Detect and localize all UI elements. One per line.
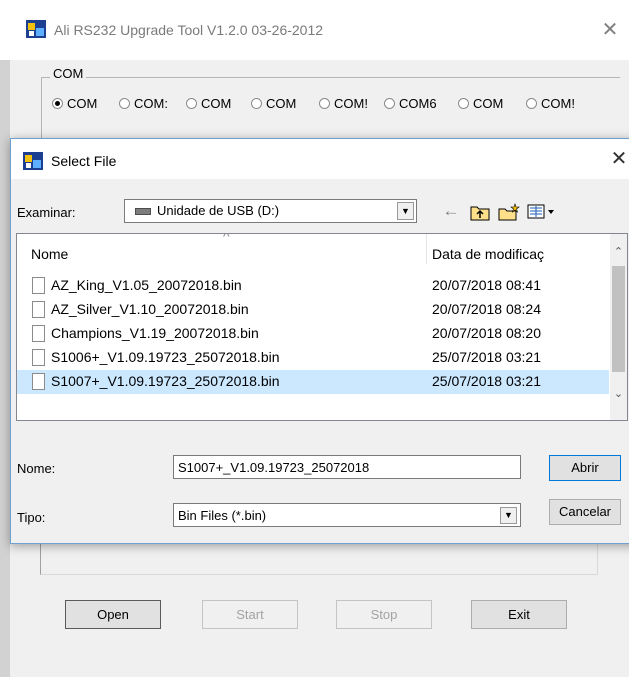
app-icon bbox=[23, 152, 43, 170]
chevron-down-icon[interactable]: ▼ bbox=[397, 202, 414, 220]
dialog-title: Select File bbox=[51, 153, 117, 169]
dialog-close-icon[interactable]: ✕ bbox=[607, 147, 629, 171]
filename-label: Nome: bbox=[17, 461, 56, 476]
com-radio-label: COM! bbox=[541, 96, 575, 111]
select-file-dialog: Select File ✕ Examinar: Unidade de USB (… bbox=[10, 138, 629, 544]
vertical-scrollbar[interactable]: ⌃ ⌄ bbox=[610, 234, 627, 420]
column-divider[interactable] bbox=[426, 234, 427, 264]
filetype-value: Bin Files (*.bin) bbox=[178, 508, 267, 523]
column-header-date[interactable]: Data de modificaç bbox=[432, 246, 544, 262]
exit-button[interactable]: Exit bbox=[471, 600, 567, 629]
radio-icon bbox=[119, 98, 130, 109]
back-arrow-icon[interactable]: ← bbox=[441, 199, 461, 223]
file-name: AZ_Silver_V1.10_20072018.bin bbox=[51, 301, 249, 317]
new-folder-icon[interactable] bbox=[497, 199, 521, 223]
start-button[interactable]: Start bbox=[202, 600, 298, 629]
com-radio-7[interactable]: COM bbox=[458, 96, 503, 114]
column-header-name[interactable]: Nome bbox=[31, 246, 68, 262]
vertical-scroll-thumb[interactable] bbox=[612, 266, 625, 372]
radio-icon bbox=[526, 98, 537, 109]
radio-selected-icon bbox=[52, 98, 63, 109]
usb-drive-icon bbox=[135, 208, 151, 215]
radio-icon bbox=[186, 98, 197, 109]
radio-icon bbox=[384, 98, 395, 109]
file-name: S1006+_V1.09.19723_25072018.bin bbox=[51, 349, 280, 365]
file-icon bbox=[32, 277, 45, 294]
app-icon bbox=[26, 20, 46, 38]
dialog-open-button[interactable]: Abrir bbox=[549, 455, 621, 481]
file-date: 20/07/2018 08:20 bbox=[432, 325, 541, 341]
com-radio-6[interactable]: COM6 bbox=[384, 96, 437, 114]
main-close-icon[interactable]: ✕ bbox=[598, 18, 622, 42]
file-name: Champions_V1.19_20072018.bin bbox=[51, 325, 259, 341]
file-icon bbox=[32, 349, 45, 366]
view-menu-icon[interactable] bbox=[525, 199, 559, 223]
file-row[interactable]: AZ_Silver_V1.10_20072018.bin 20/07/2018 … bbox=[17, 298, 609, 322]
com-radio-label: COM bbox=[67, 96, 98, 111]
com-radio-5[interactable]: COM! bbox=[319, 96, 368, 114]
file-date: 20/07/2018 08:24 bbox=[432, 301, 541, 317]
filename-input[interactable] bbox=[173, 455, 521, 479]
file-icon bbox=[32, 373, 45, 390]
file-list[interactable]: Nome ^ Data de modificaç AZ_King_V1.05_2… bbox=[16, 233, 628, 421]
scroll-up-icon[interactable]: ⌃ bbox=[610, 244, 627, 261]
file-date: 20/07/2018 08:41 bbox=[432, 277, 541, 293]
file-row[interactable]: AZ_King_V1.05_20072018.bin 20/07/2018 08… bbox=[17, 274, 609, 298]
radio-icon bbox=[319, 98, 330, 109]
look-in-label: Examinar: bbox=[17, 205, 76, 220]
open-button[interactable]: Open bbox=[65, 600, 161, 629]
main-window-title: Ali RS232 Upgrade Tool V1.2.0 03-26-2012 bbox=[54, 22, 324, 38]
com-radio-3[interactable]: COM bbox=[186, 96, 231, 114]
com-radio-label: COM bbox=[266, 96, 297, 111]
com-radio-label: COM bbox=[473, 96, 504, 111]
stop-button[interactable]: Stop bbox=[336, 600, 432, 629]
com-radio-8[interactable]: COM! bbox=[526, 96, 575, 114]
look-in-value: Unidade de USB (D:) bbox=[157, 203, 280, 218]
log-area bbox=[40, 544, 598, 575]
radio-icon bbox=[458, 98, 469, 109]
com-radio-2[interactable]: COM: bbox=[119, 96, 168, 114]
file-row-selected[interactable]: S1007+_V1.09.19723_25072018.bin 25/07/20… bbox=[17, 370, 609, 394]
com-radio-label: COM6 bbox=[399, 96, 437, 111]
window-edge bbox=[0, 60, 10, 677]
filetype-dropdown[interactable]: Bin Files (*.bin) ▼ bbox=[173, 503, 521, 527]
com-radio-1[interactable]: COM bbox=[52, 96, 97, 114]
filetype-label: Tipo: bbox=[17, 510, 46, 525]
chevron-down-icon[interactable]: ▼ bbox=[500, 507, 517, 524]
file-name: S1007+_V1.09.19723_25072018.bin bbox=[51, 373, 280, 389]
file-date: 25/07/2018 03:21 bbox=[432, 349, 541, 365]
file-name: AZ_King_V1.05_20072018.bin bbox=[51, 277, 242, 293]
radio-icon bbox=[251, 98, 262, 109]
file-icon bbox=[32, 301, 45, 318]
com-radio-label: COM bbox=[201, 96, 232, 111]
file-row[interactable]: S1006+_V1.09.19723_25072018.bin 25/07/20… bbox=[17, 346, 609, 370]
up-folder-icon[interactable] bbox=[469, 199, 491, 223]
scroll-down-icon[interactable]: ⌄ bbox=[610, 386, 627, 403]
com-radio-label: COM: bbox=[134, 96, 168, 111]
file-row[interactable]: Champions_V1.19_20072018.bin 20/07/2018 … bbox=[17, 322, 609, 346]
com-group-legend: COM bbox=[50, 66, 87, 81]
cancel-button[interactable]: Cancelar bbox=[549, 499, 621, 525]
look-in-dropdown[interactable]: Unidade de USB (D:) ▼ bbox=[124, 199, 417, 223]
file-icon bbox=[32, 325, 45, 342]
file-date: 25/07/2018 03:21 bbox=[432, 373, 541, 389]
sort-ascending-icon: ^ bbox=[223, 233, 230, 244]
com-radio-label: COM! bbox=[334, 96, 368, 111]
com-radio-4[interactable]: COM bbox=[251, 96, 296, 114]
